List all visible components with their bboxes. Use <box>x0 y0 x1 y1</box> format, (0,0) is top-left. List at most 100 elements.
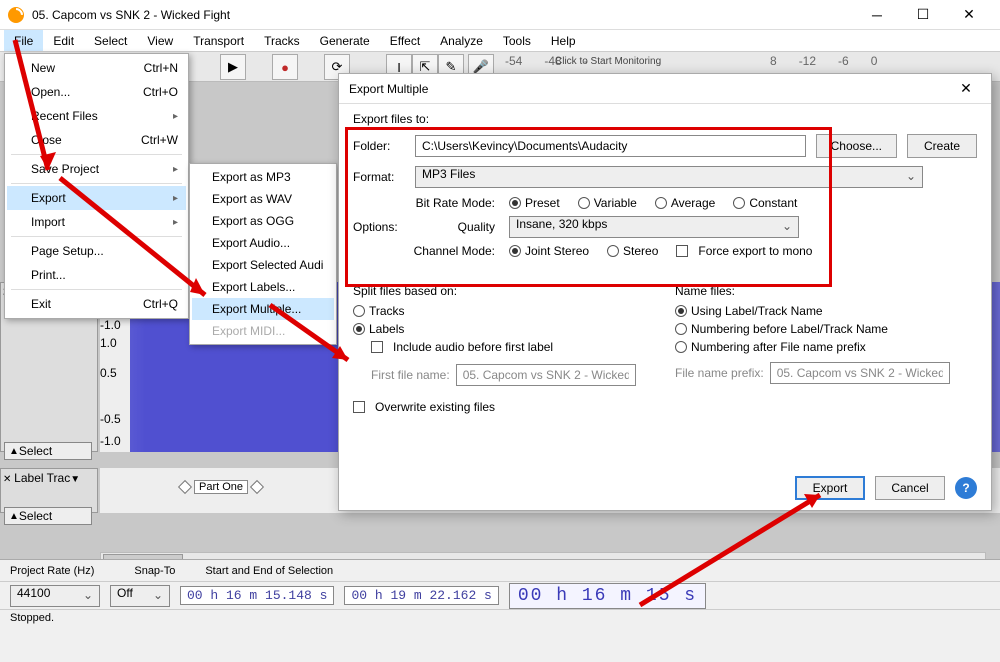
menu-separator <box>11 289 182 290</box>
format-label: Format: <box>353 170 405 184</box>
help-icon[interactable]: ? <box>955 477 977 499</box>
snap-to-select[interactable]: Off <box>110 585 170 607</box>
file-import[interactable]: Import▸ <box>7 210 186 234</box>
first-file-label: First file name: <box>371 368 450 382</box>
name-numbering-before[interactable]: Numbering before Label/Track Name <box>675 322 965 336</box>
export-audio[interactable]: Export Audio... <box>192 232 334 254</box>
file-export[interactable]: Export▸ <box>7 186 186 210</box>
export-button[interactable]: Export <box>795 476 865 500</box>
menu-file[interactable]: File <box>4 30 43 51</box>
force-mono-checkbox[interactable]: Force export to mono <box>676 244 812 258</box>
folder-input[interactable] <box>415 135 806 157</box>
overwrite-checkbox[interactable]: Overwrite existing files <box>353 400 495 414</box>
prefix-label: File name prefix: <box>675 366 764 380</box>
dialog-titlebar: Export Multiple ✕ <box>339 74 991 104</box>
options-label: Options: <box>353 196 405 234</box>
time-display: 00 h 16 m 15 s <box>509 583 706 609</box>
file-new[interactable]: NewCtrl+N <box>7 56 186 80</box>
export-wav[interactable]: Export as WAV <box>192 188 334 210</box>
export-selected[interactable]: Export Selected Audi <box>192 254 334 276</box>
track-select-button[interactable]: ▲ Select <box>4 442 92 460</box>
cancel-button[interactable]: Cancel <box>875 476 945 500</box>
file-print[interactable]: Print... <box>7 263 186 287</box>
selection-end[interactable]: 00 h 19 m 22.162 s <box>344 586 498 605</box>
menu-tracks[interactable]: Tracks <box>254 30 310 51</box>
menubar: File Edit Select View Transport Tracks G… <box>0 30 1000 52</box>
menu-analyze[interactable]: Analyze <box>430 30 493 51</box>
menu-help[interactable]: Help <box>541 30 586 51</box>
file-page-setup[interactable]: Page Setup... <box>7 239 186 263</box>
choose-button[interactable]: Choose... <box>816 134 897 158</box>
export-labels[interactable]: Export Labels... <box>192 276 334 298</box>
bitrate-variable[interactable]: Variable <box>578 196 637 210</box>
menu-separator <box>11 154 182 155</box>
label-flag-icon <box>178 480 192 494</box>
format-select[interactable]: MP3 Files <box>415 166 923 188</box>
label-flag-icon <box>250 480 264 494</box>
label-marker[interactable]: Part One <box>180 480 262 494</box>
menu-effect[interactable]: Effect <box>380 30 430 51</box>
status-bar: Stopped. <box>0 610 1000 632</box>
export-submenu: Export as MP3 Export as WAV Export as OG… <box>189 163 337 345</box>
menu-transport[interactable]: Transport <box>183 30 254 51</box>
export-multiple-dialog: Export Multiple ✕ Export files to: Folde… <box>338 73 992 511</box>
menu-view[interactable]: View <box>137 30 183 51</box>
file-exit[interactable]: ExitCtrl+Q <box>7 292 186 316</box>
export-to-label: Export files to: <box>353 112 977 126</box>
app-icon <box>8 7 24 23</box>
file-save-project[interactable]: Save Project▸ <box>7 157 186 181</box>
menu-edit[interactable]: Edit <box>43 30 84 51</box>
bitrate-preset[interactable]: Preset <box>509 196 560 210</box>
project-rate-label: Project Rate (Hz) <box>10 565 94 577</box>
split-tracks[interactable]: Tracks <box>353 304 643 318</box>
channel-joint[interactable]: Joint Stereo <box>509 244 589 258</box>
bitrate-average[interactable]: Average <box>655 196 715 210</box>
file-menu-dropdown: NewCtrl+N Open...Ctrl+O Recent Files▸ Cl… <box>4 53 189 319</box>
split-labels[interactable]: Labels <box>353 322 643 336</box>
label-select-button[interactable]: ▲ Select <box>4 507 92 525</box>
include-before-checkbox[interactable]: Include audio before first label <box>371 340 553 354</box>
prefix-input <box>770 362 950 384</box>
quality-select[interactable]: Insane, 320 kbps <box>509 216 799 238</box>
export-ogg[interactable]: Export as OGG <box>192 210 334 232</box>
folder-label: Folder: <box>353 139 405 153</box>
dialog-close-button[interactable]: ✕ <box>951 74 981 104</box>
selection-label: Start and End of Selection <box>205 565 333 577</box>
menu-generate[interactable]: Generate <box>310 30 380 51</box>
name-label-track[interactable]: Using Label/Track Name <box>675 304 965 318</box>
play-button[interactable]: ▶ <box>220 54 246 80</box>
menu-separator <box>11 183 182 184</box>
export-mp3[interactable]: Export as MP3 <box>192 166 334 188</box>
close-button[interactable]: ✕ <box>946 0 992 30</box>
bitrate-constant[interactable]: Constant <box>733 196 797 210</box>
create-button[interactable]: Create <box>907 134 977 158</box>
maximize-button[interactable]: ☐ <box>900 0 946 30</box>
label-text[interactable]: Part One <box>194 480 248 494</box>
quality-label: Quality <box>405 220 495 234</box>
first-file-input <box>456 364 636 386</box>
monitor-hint[interactable]: Click to Start Monitoring <box>555 56 661 67</box>
selection-start[interactable]: 00 h 16 m 15.148 s <box>180 586 334 605</box>
menu-tools[interactable]: Tools <box>493 30 541 51</box>
bottom-panel: Project Rate (Hz) Snap-To Start and End … <box>0 559 1000 659</box>
dialog-title: Export Multiple <box>349 82 951 96</box>
split-label: Split files based on: <box>353 284 655 298</box>
file-close[interactable]: CloseCtrl+W <box>7 128 186 152</box>
meter-ticks-right: 8-12-60 <box>770 54 877 68</box>
export-multiple[interactable]: Export Multiple... <box>192 298 334 320</box>
snap-to-label: Snap-To <box>134 565 175 577</box>
window-title: 05. Capcom vs SNK 2 - Wicked Fight <box>32 8 854 22</box>
name-numbering-after[interactable]: Numbering after File name prefix <box>675 340 965 354</box>
project-rate-select[interactable]: 44100 <box>10 585 100 607</box>
channel-stereo[interactable]: Stereo <box>607 244 658 258</box>
export-midi[interactable]: Export MIDI... <box>192 320 334 342</box>
menu-select[interactable]: Select <box>84 30 137 51</box>
minimize-button[interactable]: ─ <box>854 0 900 30</box>
menu-separator <box>11 236 182 237</box>
bitrate-label: Bit Rate Mode: <box>405 196 495 210</box>
record-button[interactable]: ● <box>272 54 298 80</box>
name-files-label: Name files: <box>675 284 977 298</box>
channel-label: Channel Mode: <box>405 244 495 258</box>
file-recent[interactable]: Recent Files▸ <box>7 104 186 128</box>
file-open[interactable]: Open...Ctrl+O <box>7 80 186 104</box>
